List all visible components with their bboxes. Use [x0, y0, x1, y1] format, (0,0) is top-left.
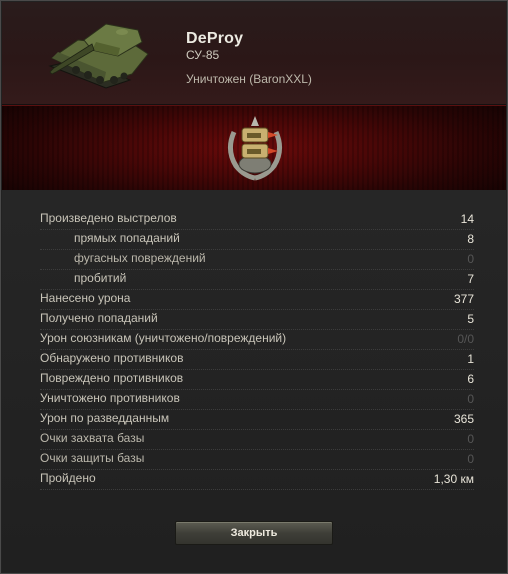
stat-label: Уничтожено противников	[40, 391, 180, 405]
stat-value: 7	[467, 272, 474, 286]
stat-row-distance: Пройдено 1,30 км	[40, 469, 474, 490]
stat-label: фугасных повреждений	[74, 251, 206, 265]
stat-label: Урон по разведданным	[40, 411, 170, 425]
vehicle-header: DeProy СУ-85 Уничтожен (BaronXXL)	[2, 2, 506, 105]
stat-value: 1,30 км	[433, 472, 474, 486]
achievements-banner	[2, 105, 506, 191]
stat-row-he-damage: фугасных повреждений 0	[40, 249, 474, 270]
stat-value: 5	[467, 312, 474, 326]
stat-row-shots: Произведено выстрелов 14	[40, 209, 474, 230]
stat-value: 8	[467, 232, 474, 246]
stat-value: 6	[467, 372, 474, 386]
stat-value: 0	[467, 432, 474, 446]
stat-value: 0	[467, 252, 474, 266]
stat-row-spotted: Обнаружено противников 1	[40, 349, 474, 370]
stat-row-damage-dealt: Нанесено урона 377	[40, 289, 474, 310]
stat-value: 0/0	[457, 332, 474, 346]
stat-value: 1	[467, 352, 474, 366]
stat-label: Нанесено урона	[40, 291, 131, 305]
close-button[interactable]: Закрыть	[175, 521, 333, 545]
stat-label: Урон союзникам (уничтожено/повреждений)	[40, 331, 287, 345]
stat-label: Пройдено	[40, 471, 96, 485]
battle-results-window: DeProy СУ-85 Уничтожен (BaronXXL) Произв…	[0, 0, 508, 574]
stat-row-defense-points: Очки защиты базы 0	[40, 449, 474, 470]
stat-label: прямых попаданий	[74, 231, 180, 245]
stat-label: Очки захвата базы	[40, 431, 145, 445]
stat-label: Получено попаданий	[40, 311, 158, 325]
stat-label: Обнаружено противников	[40, 351, 184, 365]
stat-row-spotting-damage: Урон по разведданным 365	[40, 409, 474, 430]
stat-row-damaged-enemies: Повреждено противников 6	[40, 369, 474, 390]
stat-row-destroyed-enemies: Уничтожено противников 0	[40, 389, 474, 410]
stat-row-team-damage: Урон союзникам (уничтожено/повреждений) …	[40, 329, 474, 350]
stat-row-capture-points: Очки захвата базы 0	[40, 429, 474, 450]
stat-row-penetrations: пробитий 7	[40, 269, 474, 290]
vehicle-name: СУ-85	[186, 48, 220, 62]
stat-row-direct-hits: прямых попаданий 8	[40, 229, 474, 250]
stat-label: Повреждено противников	[40, 371, 184, 385]
stat-label: Очки защиты базы	[40, 451, 145, 465]
stat-value: 0	[467, 452, 474, 466]
stat-value: 14	[460, 212, 474, 226]
stat-label: пробитий	[74, 271, 127, 285]
stat-value: 377	[453, 292, 474, 306]
stat-row-hits-received: Получено попаданий 5	[40, 309, 474, 330]
stat-value: 0	[467, 392, 474, 406]
player-name: DeProy	[186, 30, 244, 47]
stat-value: 365	[453, 412, 474, 426]
tank-silhouette-icon	[48, 23, 149, 89]
achievement-medal-icon[interactable]	[224, 114, 286, 182]
stats-panel: Произведено выстрелов 14 прямых попадани…	[2, 190, 506, 572]
stat-label: Произведено выстрелов	[40, 211, 177, 225]
destroyed-status: Уничтожен (BaronXXL)	[186, 72, 312, 86]
